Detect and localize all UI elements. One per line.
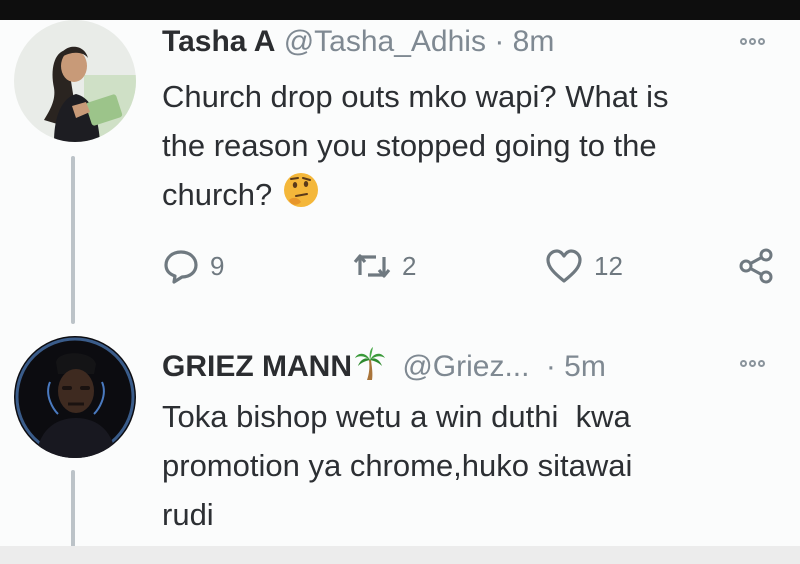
retweet-icon <box>352 247 392 285</box>
tweet-text: Church drop outs mko wapi? What is the r… <box>162 72 669 224</box>
thread-line <box>71 156 75 324</box>
timestamp[interactable]: 5m <box>564 350 606 383</box>
more-icon[interactable] <box>740 360 765 367</box>
tweet-text-line: the reason you stopped going to the <box>162 128 657 163</box>
like-button[interactable]: 12 <box>544 247 623 285</box>
tweet-text-line: Toka bishop wetu a win duthi kwa <box>162 399 631 434</box>
user-handle[interactable]: @Tasha_Adhis <box>284 25 486 58</box>
tweet-text-line: promotion ya chrome,huko sitawai <box>162 448 633 483</box>
separator-dot: · <box>545 350 556 383</box>
bottom-edge <box>0 546 800 564</box>
share-button[interactable] <box>736 247 776 285</box>
reply-button[interactable]: 9 <box>162 247 224 285</box>
user-handle[interactable]: @Griez... <box>402 350 529 383</box>
retweet-count: 2 <box>402 250 417 281</box>
tweet-text-line: church? <box>162 170 669 224</box>
tweet-text-line: rudi <box>162 497 214 532</box>
tweet-text-line: Church drop outs mko wapi? What is <box>162 79 669 114</box>
thread-line <box>71 470 75 550</box>
tweet-text: Toka bishop wetu a win duthi kwa promoti… <box>162 392 632 539</box>
like-count: 12 <box>594 250 623 281</box>
display-name[interactable]: Tasha A <box>162 25 275 58</box>
separator-dot: · <box>494 25 505 58</box>
avatar[interactable] <box>14 20 136 142</box>
more-icon[interactable] <box>740 38 765 45</box>
reply-count: 9 <box>210 250 225 281</box>
tweet-actions: 9 2 12 <box>162 246 782 286</box>
retweet-button[interactable]: 2 <box>352 247 416 285</box>
share-icon <box>736 247 776 285</box>
display-name[interactable]: GRIEZ MANN <box>162 350 352 383</box>
palm-tree-icon <box>354 346 386 389</box>
heart-icon <box>544 247 584 285</box>
top-edge <box>0 0 800 20</box>
avatar[interactable] <box>14 336 136 458</box>
tweet-header: GRIEZ MANN @Griez... · 5m <box>162 346 606 389</box>
reply-icon <box>162 247 200 285</box>
timestamp[interactable]: 8m <box>513 25 555 58</box>
tweet-header: Tasha A @Tasha_Adhis · 8m <box>162 24 554 60</box>
thinking-face-icon <box>281 170 321 224</box>
